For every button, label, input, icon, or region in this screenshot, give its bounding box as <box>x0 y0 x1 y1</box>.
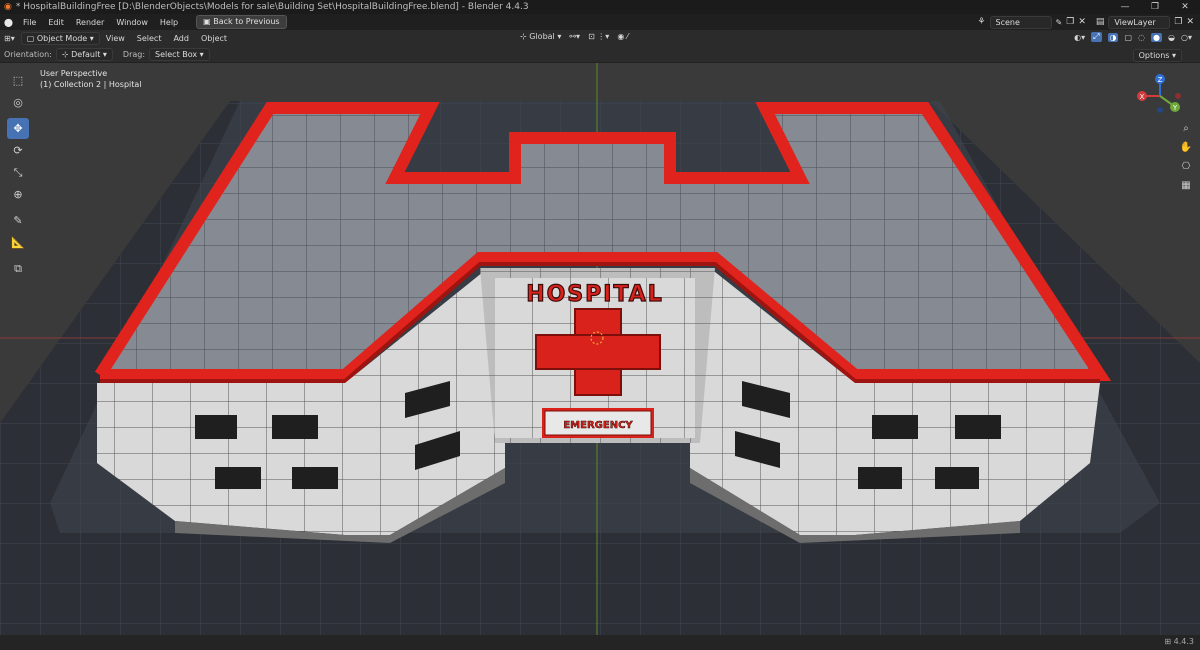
editor-type-icon[interactable]: ⊞▾ <box>4 34 21 43</box>
shading-wireframe-icon[interactable]: ◌ <box>1138 33 1145 42</box>
zoom-icon[interactable]: ⌕ <box>1178 120 1194 136</box>
title-bar: ◉ * HospitalBuildingFree [D:\BlenderObje… <box>0 0 1200 14</box>
copy-scene-icon[interactable]: ❐ <box>1066 17 1074 27</box>
gizmo-toggle-icon[interactable]: ⤢ <box>1091 32 1102 42</box>
camera-icon[interactable]: ⎔ <box>1178 158 1194 174</box>
annotate-icon[interactable]: ✎ <box>7 210 29 231</box>
delete-layer-icon[interactable]: ✕ <box>1186 17 1194 27</box>
options-dropdown[interactable]: Options ▾ <box>1132 49 1182 62</box>
menu-edit[interactable]: Edit <box>42 18 70 27</box>
pin-icon[interactable]: ✎ <box>1056 18 1063 27</box>
scene-field[interactable]: Scene <box>989 15 1052 29</box>
copy-layer-icon[interactable]: ❐ <box>1174 17 1182 27</box>
mode-label: Object Mode <box>36 34 88 43</box>
pan-hand-icon[interactable]: ✋ <box>1178 139 1194 155</box>
hospital-sign: HOSPITAL <box>526 282 664 307</box>
menu-view[interactable]: View <box>100 34 131 43</box>
orientation-value: Default <box>71 50 101 59</box>
xray-icon[interactable]: ▢ <box>1124 33 1132 42</box>
transform-icon[interactable]: ⊕ <box>7 184 29 205</box>
overlay-toggle-icon[interactable]: ◑ <box>1107 32 1119 42</box>
snap-icon[interactable]: ⊡ ⋮▾ <box>588 32 609 41</box>
mode-dropdown[interactable]: ▢ Object Mode ▾ <box>20 32 100 45</box>
object-mode-icon: ▢ <box>26 34 35 43</box>
drag-dropdown[interactable]: Select Box ▾ <box>149 48 210 61</box>
viewport-nav-icons: ⌕ ✋ ⎔ ▦ <box>1178 120 1194 193</box>
menu-bar: ⬤ File Edit Render Window Help ▣ Back to… <box>0 14 1200 30</box>
scale-icon[interactable]: ⤡ <box>7 162 29 183</box>
navigation-gizmo[interactable]: Z X Y <box>1132 72 1192 117</box>
drag-value: Select Box <box>155 50 198 59</box>
move-icon[interactable]: ✥ <box>7 118 29 139</box>
blender-menu-icon[interactable]: ⬤ <box>4 18 17 27</box>
perspective-label: User Perspective <box>40 69 108 78</box>
visibility-icon[interactable]: ◐▾ <box>1074 33 1085 42</box>
menu-render[interactable]: Render <box>70 18 110 27</box>
scene-icon[interactable]: ⚘ <box>977 17 985 27</box>
shading-solid-icon[interactable]: ● <box>1151 32 1163 42</box>
gizmo-y: Y <box>1172 104 1178 112</box>
tool-shelf: ⬚ ◎ ✥ ⟳ ⤡ ⊕ ✎ 📐 ⧉ <box>7 70 29 280</box>
shading-rendered-icon[interactable]: ○▾ <box>1181 33 1192 42</box>
version-number: 4.4.3 <box>1173 637 1194 646</box>
tool-header: Orientation: ⊹ Default ▾ Drag: Select Bo… <box>0 47 1200 63</box>
delete-scene-icon[interactable]: ✕ <box>1078 17 1086 27</box>
grid-icon[interactable]: ▦ <box>1178 177 1194 193</box>
transform-orientation-dropdown[interactable]: ⊹ Global ▾ <box>520 32 561 41</box>
screen-icon: ▣ <box>203 17 211 26</box>
viewport-header: ⊞▾ ▢ Object Mode ▾ View Select Add Objec… <box>0 30 1200 47</box>
scene-render[interactable]: HOSPITAL EMERGENCY <box>0 63 1200 635</box>
close-button[interactable]: ✕ <box>1170 0 1200 14</box>
menu-object[interactable]: Object <box>195 34 233 43</box>
rotate-icon[interactable]: ⟳ <box>7 140 29 161</box>
menu-select[interactable]: Select <box>131 34 168 43</box>
orientation-global-label: Global <box>529 32 555 41</box>
back-to-previous-button[interactable]: ▣ Back to Previous <box>196 15 287 29</box>
gizmo-x: X <box>1140 93 1145 101</box>
select-box-icon[interactable]: ⬚ <box>7 70 29 91</box>
3d-viewport[interactable]: HOSPITAL EMERGENCY <box>0 63 1200 635</box>
menu-help[interactable]: Help <box>154 18 184 27</box>
shading-material-icon[interactable]: ◒ <box>1168 33 1175 42</box>
proportional-edit-icon[interactable]: ◉ ⁄ <box>617 32 628 41</box>
menu-add[interactable]: Add <box>167 34 195 43</box>
orientation-dropdown[interactable]: ⊹ Default ▾ <box>55 48 113 61</box>
orientation-label: Orientation: <box>4 50 52 59</box>
maximize-button[interactable]: ❐ <box>1140 0 1170 14</box>
cursor-icon[interactable]: ◎ <box>7 92 29 113</box>
memory-icon: ⊞ <box>1164 637 1172 646</box>
measure-icon[interactable]: 📐 <box>7 232 29 253</box>
status-bar: ⊞ 4.4.3 <box>0 635 1200 650</box>
pivot-icon[interactable]: ⚯▾ <box>569 32 580 41</box>
version-label: ⊞ 4.4.3 <box>1164 637 1194 646</box>
emergency-text: EMERGENCY <box>563 420 633 431</box>
orientation-icon: ⊹ <box>520 32 527 41</box>
drag-label: Drag: <box>122 50 146 59</box>
options-label: Options <box>1138 51 1170 60</box>
window-title: * HospitalBuildingFree [D:\BlenderObject… <box>15 2 529 12</box>
back-to-previous-label: Back to Previous <box>213 17 280 26</box>
minimize-button[interactable]: — <box>1110 0 1140 14</box>
view-layer-icon[interactable]: ▤ <box>1096 17 1105 27</box>
axes-icon: ⊹ <box>61 50 69 59</box>
viewport-info: User Perspective (1) Collection 2 | Hosp… <box>40 68 142 90</box>
blender-logo-icon: ◉ <box>4 2 12 12</box>
menu-file[interactable]: File <box>17 18 42 27</box>
collection-label: (1) Collection 2 | Hospital <box>40 80 142 89</box>
add-cube-icon[interactable]: ⧉ <box>7 258 29 279</box>
view-layer-field[interactable]: ViewLayer <box>1108 15 1171 29</box>
menu-window[interactable]: Window <box>110 18 154 27</box>
gizmo-z: Z <box>1158 76 1163 84</box>
